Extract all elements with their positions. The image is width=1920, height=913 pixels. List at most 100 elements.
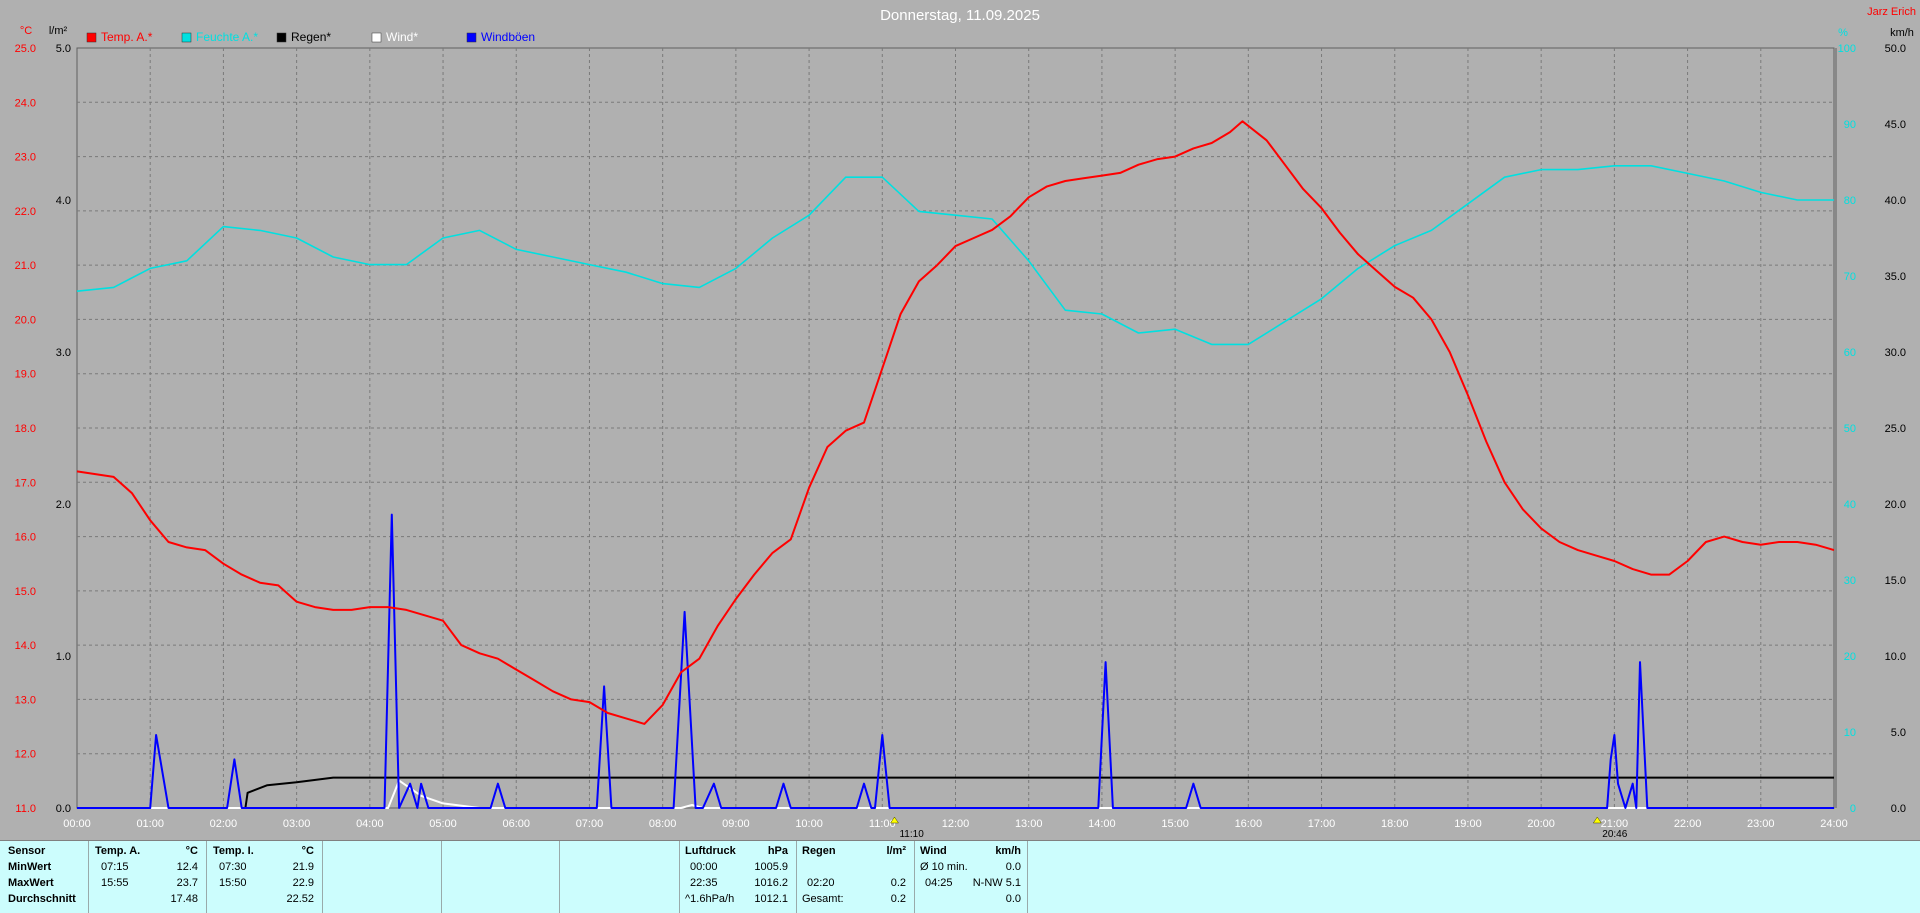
- temp-tick-label: 15.0: [15, 586, 36, 598]
- percent-tick-label: 70: [1844, 271, 1856, 283]
- temp-tick-label: 19.0: [15, 369, 36, 381]
- x-tick-label: 23:00: [1747, 818, 1775, 830]
- legend-label: Windböen: [481, 30, 535, 44]
- temp-i-min: 21.9: [292, 861, 314, 873]
- legend-label: Regen*: [291, 30, 331, 44]
- x-tick-label: 05:00: [429, 818, 457, 830]
- wind-tick-label: 5.0: [1891, 727, 1906, 739]
- temp-tick-label: 23.0: [15, 152, 36, 164]
- col-empty-1: [323, 841, 442, 913]
- col-temp-a: Temp. A. °C 07:15 12.4 15:55 23.7 17.48: [89, 841, 207, 913]
- temp-tick-label: 17.0: [15, 477, 36, 489]
- wind-last: 0.0: [1005, 893, 1021, 905]
- x-tick-label: 10:00: [795, 818, 823, 830]
- rain-unit: l/m²: [886, 845, 906, 857]
- wind-max: N-NW 5.1: [972, 877, 1021, 889]
- weather-chart: Donnerstag, 11.09.2025 Jarz Erich °C l/m…: [15, 6, 1916, 840]
- pressure-max: 1016.2: [754, 877, 788, 889]
- x-tick-label: 20:00: [1527, 818, 1555, 830]
- percent-tick-label: 10: [1844, 727, 1856, 739]
- temp-tick-label: 16.0: [15, 532, 36, 544]
- x-tick-label: 22:00: [1674, 818, 1702, 830]
- percent-axis-unit: %: [1838, 27, 1848, 39]
- rain-tick-label: 2.0: [56, 499, 71, 511]
- legend: Temp. A.* Feuchte A.* Regen* Wind* Windböen: [86, 30, 535, 44]
- x-tick-label: 14:00: [1088, 818, 1116, 830]
- temp-tick-label: 24.0: [15, 97, 36, 109]
- temp-i-header: Temp. I.: [213, 845, 254, 857]
- temp-a-max-time: 15:55: [101, 877, 129, 889]
- temp-tick-label: 25.0: [15, 43, 36, 55]
- temp-i-avg: 22.52: [286, 893, 314, 905]
- temp-tick-label: 22.0: [15, 206, 36, 218]
- wind-avg: 0.0: [1005, 861, 1021, 873]
- rain-y-ticks: 0.0 1.0 2.0 3.0 4.0 5.0: [56, 43, 71, 815]
- wind-tick-label: 50.0: [1885, 43, 1906, 55]
- x-tick-label: 09:00: [722, 818, 750, 830]
- wind-tick-label: 45.0: [1885, 119, 1906, 131]
- x-tick-label: 19:00: [1454, 818, 1482, 830]
- temp-tick-label: 13.0: [15, 694, 36, 706]
- x-tick-label: 06:00: [502, 818, 530, 830]
- rain-tick-label: 1.0: [56, 651, 71, 663]
- rain-value: 0.2: [890, 877, 906, 889]
- x-tick-label: 12:00: [942, 818, 970, 830]
- rain-tick-label: 3.0: [56, 347, 71, 359]
- x-tick-label: 08:00: [649, 818, 677, 830]
- wind-tick-label: 35.0: [1885, 271, 1906, 283]
- percent-tick-label: 50: [1844, 423, 1856, 435]
- temp-tick-label: 11.0: [15, 803, 36, 815]
- rain-axis-unit: l/m²: [49, 25, 68, 37]
- x-tick-label: 07:00: [576, 818, 604, 830]
- rain-time: 02:20: [807, 877, 835, 889]
- temp-a-avg: 17.48: [170, 893, 198, 905]
- col-wind: Wind km/h Ø 10 min. 0.0 04:25 N-NW 5.1 0…: [915, 841, 1028, 913]
- x-tick-label: 01:00: [136, 818, 164, 830]
- x-tick-label: 00:00: [63, 818, 91, 830]
- temp-tick-label: 12.0: [15, 749, 36, 761]
- wind-tick-label: 15.0: [1885, 575, 1906, 587]
- temp-i-unit: °C: [301, 845, 314, 857]
- x-tick-label: 17:00: [1308, 818, 1336, 830]
- temp-tick-label: 20.0: [15, 314, 36, 326]
- corner-label: Jarz Erich: [1867, 6, 1916, 18]
- rain-total: 0.2: [890, 893, 906, 905]
- wind-header: Wind: [920, 845, 947, 857]
- temp-tick-label: 18.0: [15, 423, 36, 435]
- temp-tick-label: 21.0: [15, 260, 36, 272]
- x-tick-label: 02:00: [210, 818, 238, 830]
- wind-axis-unit: km/h: [1890, 27, 1914, 39]
- pressure-unit: hPa: [767, 845, 788, 857]
- x-tick-label: 15:00: [1161, 818, 1189, 830]
- legend-label: Temp. A.*: [101, 30, 153, 44]
- pressure-trend-label: ^1.6hPa/h: [685, 893, 735, 905]
- temp-a-min: 12.4: [176, 861, 198, 873]
- rain-tick-label: 4.0: [56, 195, 71, 207]
- x-tick-label: 11:00: [869, 818, 896, 830]
- percent-tick-label: 40: [1844, 499, 1856, 511]
- col-temp-i: Temp. I. °C 07:30 21.9 15:50 22.9 22.52: [207, 841, 323, 913]
- rain-tick-label: 5.0: [56, 43, 71, 55]
- wind-tick-label: 0.0: [1891, 803, 1906, 815]
- stats-table: Sensor MinWert MaxWert Durchschnitt Temp…: [0, 840, 1920, 913]
- col-empty-2: [442, 841, 560, 913]
- temp-i-min-time: 07:30: [219, 861, 247, 873]
- legend-swatch: [181, 32, 192, 43]
- x-tick-label: 03:00: [283, 818, 311, 830]
- temp-tick-label: 14.0: [15, 640, 36, 652]
- x-tick-label: 13:00: [1015, 818, 1043, 830]
- rain-header: Regen: [802, 845, 836, 857]
- wind-tick-label: 30.0: [1885, 347, 1906, 359]
- col-empty-3: [560, 841, 680, 913]
- wind-y-ticks: 0.0 5.0 10.0 15.0 20.0 25.0 30.0 35.0 40.0 45.0 50…: [1885, 43, 1906, 815]
- temp-a-header: Temp. A.: [95, 845, 141, 857]
- percent-tick-label: 60: [1844, 347, 1856, 359]
- left-y-ticks: 11.0 12.0 13.0 14.0 15.0 16.0 17.0 18.0 19.0 20.0…: [15, 43, 36, 815]
- wind-max-time: 04:25: [925, 877, 953, 889]
- row-label-min: MinWert: [8, 861, 52, 873]
- temp-i-max: 22.9: [292, 877, 314, 889]
- pressure-header: Luftdruck: [685, 845, 736, 857]
- x-tick-label: 18:00: [1381, 818, 1409, 830]
- percent-tick-label: 30: [1844, 575, 1856, 587]
- rain-total-label: Gesamt:: [802, 893, 844, 905]
